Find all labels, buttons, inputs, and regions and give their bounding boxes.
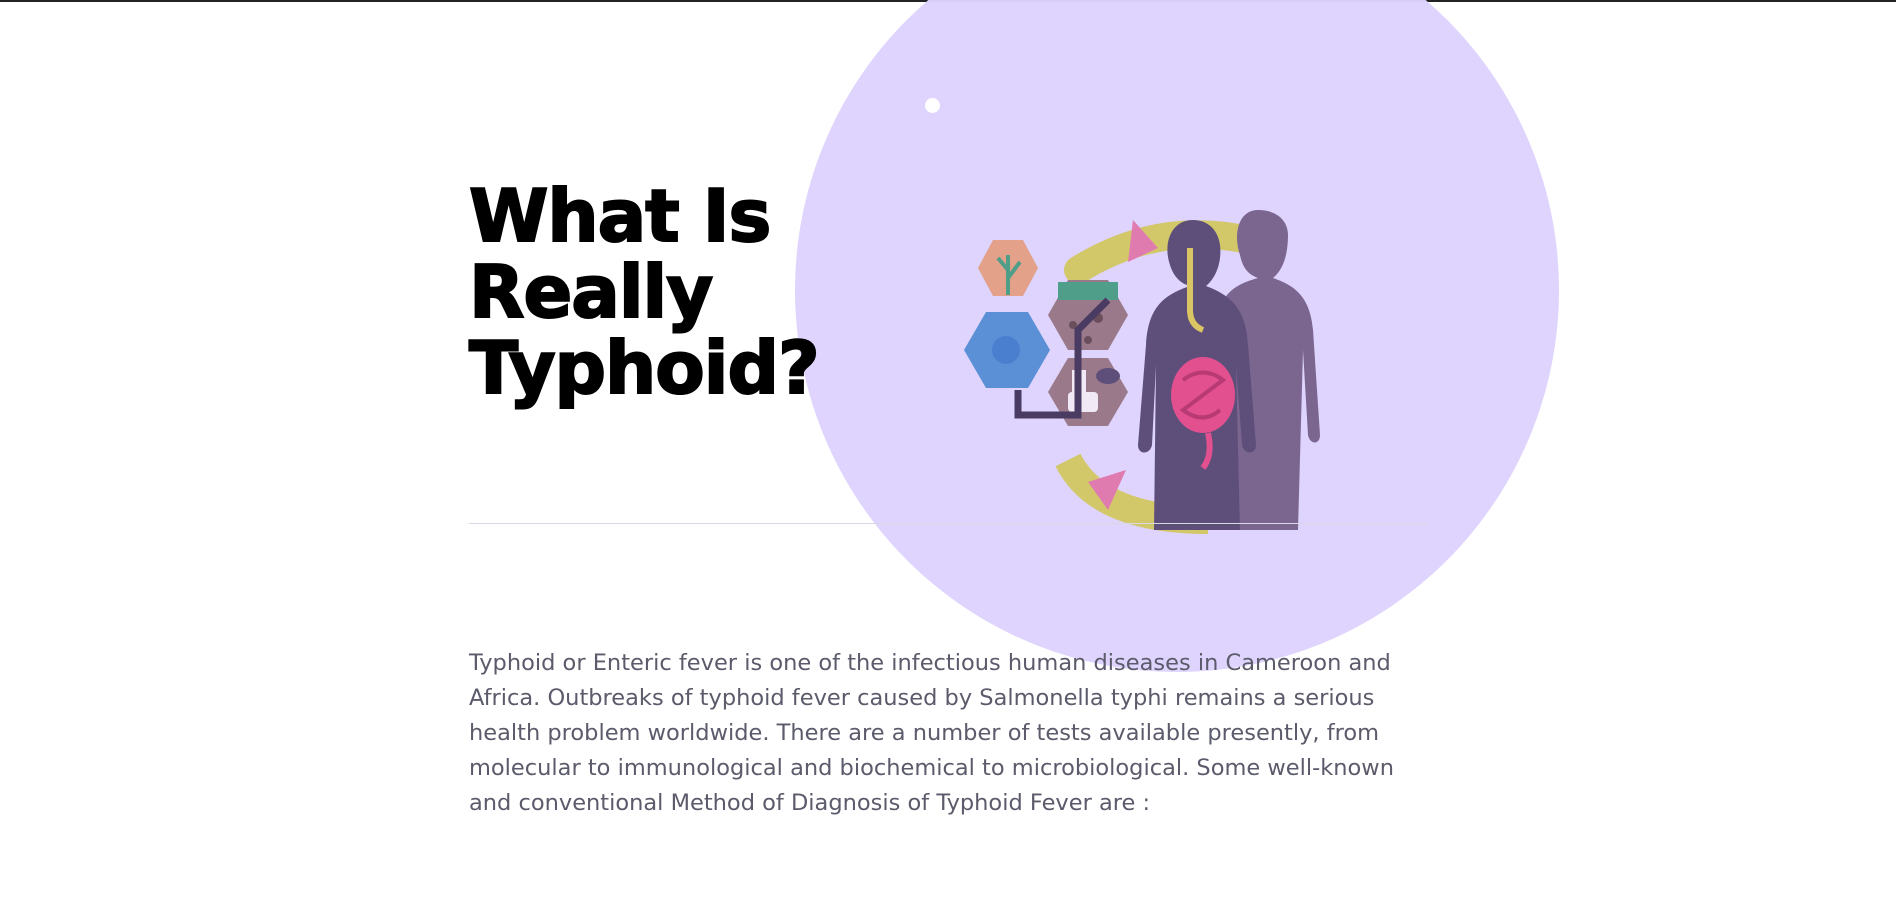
title-line-1: What Is xyxy=(468,174,772,258)
title-line-3: Typhoid? xyxy=(468,326,821,410)
title-line-2: Really xyxy=(468,250,714,334)
section-divider xyxy=(469,523,1429,524)
stool-icon xyxy=(1096,368,1120,384)
decorative-dot xyxy=(925,98,940,113)
page-title: What Is Really Typhoid? xyxy=(468,177,829,407)
typhoid-transmission-illustration xyxy=(964,210,1320,534)
cycle-arc-top xyxy=(1064,220,1262,284)
intro-paragraph: Typhoid or Enteric fever is one of the i… xyxy=(469,650,1394,816)
